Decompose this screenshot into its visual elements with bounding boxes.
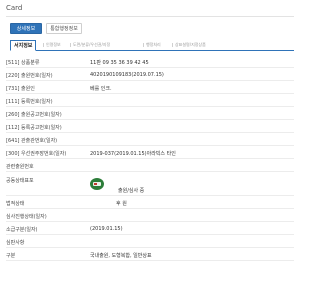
field-row-legal-status: 법적상태 후 원 (6, 196, 294, 209)
tab-integrated-admin-info[interactable]: 통합행정정보 (46, 23, 82, 34)
field-row-examination-status: 심사진행상태(일자) (6, 209, 294, 222)
field-label: 법적상태 (6, 201, 25, 207)
field-label: [112] 등록공고번호(일자) (6, 125, 62, 131)
field-label: 심사진행상태(일자) (6, 214, 47, 220)
field-row-related-application: 관련출원번호 (6, 159, 294, 172)
field-value: 국내출원, 도형복합, 일반상표 (90, 253, 152, 259)
field-row-type: 구분 국내출원, 도형복합, 일반상표 (6, 248, 294, 261)
field-label: [111] 등록번호(일자) (6, 99, 53, 105)
field-label: [260] 출원공고번호(일자) (6, 112, 62, 118)
field-value: 2019-037(2019.01.15)아라빅스 타인 (90, 151, 176, 157)
field-value: 후 원 (116, 201, 127, 207)
field-row-status-indicator: 공동상태표포 출원/심사 중 (6, 172, 294, 196)
field-row-applicant: [731] 출원인 베를 인크. (6, 81, 294, 94)
field-row-international-number: [641] 관출관번호(일자) (6, 133, 294, 146)
subtab-person[interactable]: 인명정보 (43, 40, 61, 50)
field-label: 공동상태표포 (6, 178, 34, 184)
field-row-class: [511] 상품분류 11판 09 35 36 39 42 45 (6, 55, 294, 68)
field-label: 심판사항 (6, 240, 25, 246)
page-title: Card (6, 4, 23, 12)
field-label: 소급구분(일자) (6, 227, 38, 233)
trademark-status-icon (90, 178, 104, 190)
status-text: 출원/심사 중 (118, 188, 145, 194)
field-row-priority-claim: [300] 우선권주장번호(일자) 2019-037(2019.01.15)아라… (6, 146, 294, 159)
field-value: 11판 09 35 36 39 42 45 (90, 60, 149, 66)
field-label: 구분 (6, 253, 16, 259)
app-header: Card (0, 0, 300, 16)
field-label: [641] 관출관번호(일자) (6, 138, 58, 144)
main-tabs: 상세정보 통합행정정보 (10, 23, 82, 34)
field-label: [220] 출원번호(일자) (6, 73, 53, 79)
subtab-trademark-description[interactable]: 상표설명/지정상품 (172, 40, 206, 50)
field-row-trial: 심판사항 (6, 235, 294, 248)
sub-tabs: 서지정보 인명정보 도면/분류/우선권/지정 행정처리 상표설명/지정상품 (10, 40, 294, 51)
field-value: (2019.01.15) (90, 226, 123, 232)
field-label: [300] 우선권주장번호(일자) (6, 151, 67, 157)
field-value: 4020190109183(2019.07.15) (90, 72, 164, 78)
header-divider (6, 16, 294, 17)
field-row-publication-number: [260] 출원공고번호(일자) (6, 107, 294, 120)
field-label: 관련출원번호 (6, 164, 34, 170)
field-row-registration-publication-number: [112] 등록공고번호(일자) (6, 120, 294, 133)
subtab-bibliographic[interactable]: 서지정보 (10, 40, 37, 51)
field-row-application-number: [220] 출원번호(일자) 4020190109183(2019.07.15) (6, 68, 294, 81)
tab-detail-info[interactable]: 상세정보 (10, 23, 42, 34)
subtab-admin-process[interactable]: 행정처리 (143, 40, 161, 50)
subtab-drawing-classification[interactable]: 도면/분류/우선권/지정 (69, 40, 110, 50)
field-label: [731] 출원인 (6, 86, 35, 92)
field-row-registration-number: [111] 등록번호(일자) (6, 94, 294, 107)
field-row-retroactive: 소급구분(일자) (2019.01.15) (6, 222, 294, 235)
field-label: [511] 상품분류 (6, 60, 40, 66)
field-value: 베를 인크. (90, 86, 112, 92)
